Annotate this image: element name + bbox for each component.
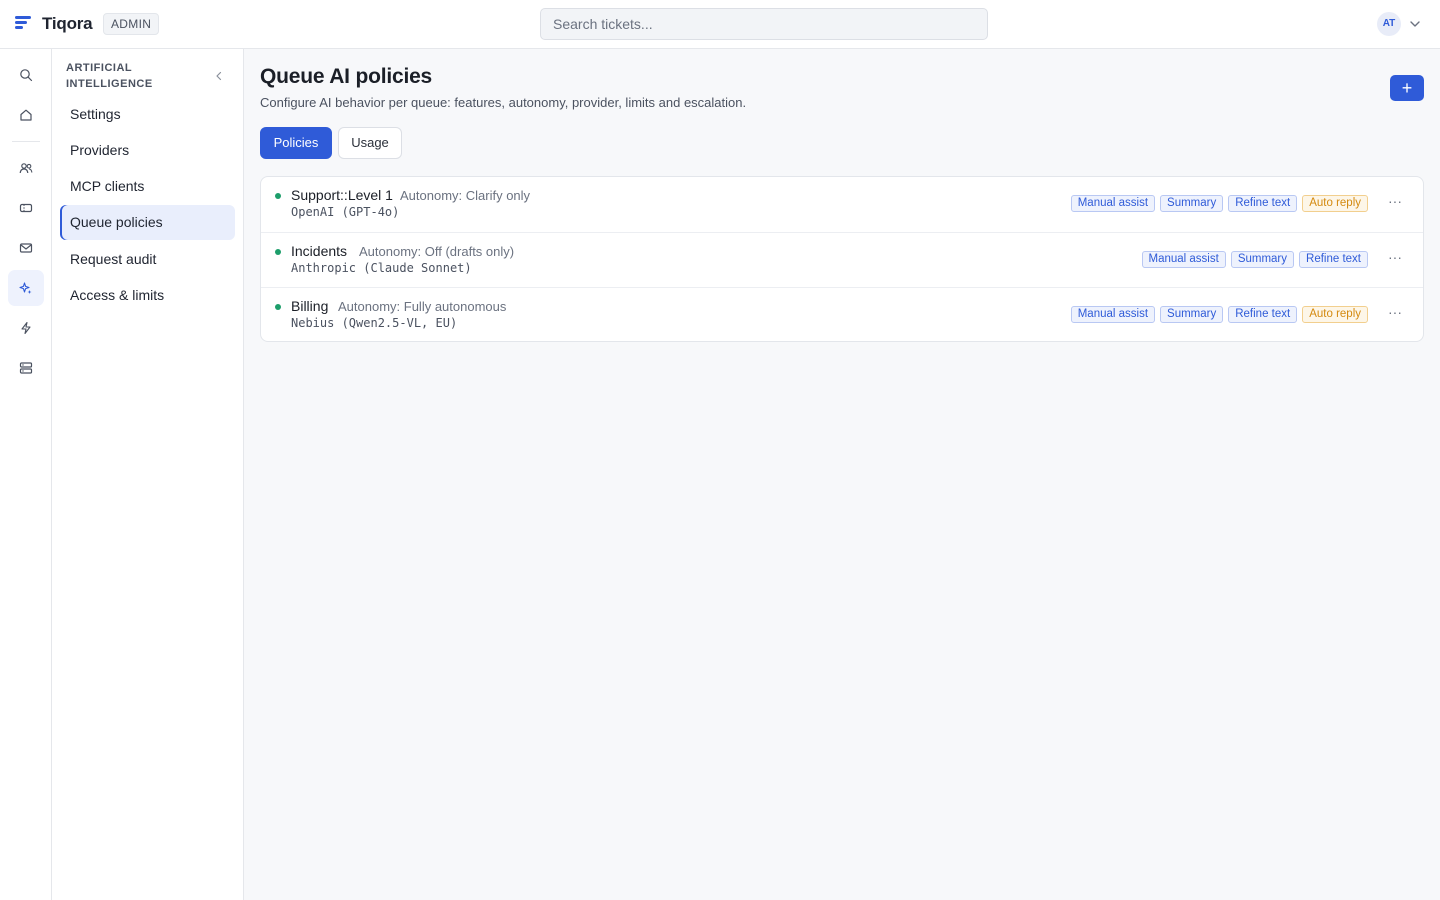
page-title: Queue AI policies bbox=[260, 65, 433, 88]
main-content: Queue AI policies Configure AI behavior … bbox=[244, 49, 1440, 900]
feature-tags: Manual assist Summary Refine text bbox=[1141, 251, 1368, 268]
autonomy-label: Autonomy: Fully autonomous bbox=[338, 299, 507, 314]
home-icon bbox=[20, 109, 32, 121]
feature-tag: Refine text bbox=[1228, 195, 1298, 212]
feature-tag: Summary bbox=[1230, 251, 1295, 268]
row-menu-button[interactable]: ··· bbox=[1385, 194, 1405, 213]
sidebar-item-queue-policies[interactable]: Queue policies bbox=[60, 205, 235, 240]
logo-icon[interactable] bbox=[15, 16, 31, 30]
ticket-icon bbox=[19, 203, 33, 213]
admin-badge: ADMIN bbox=[103, 13, 160, 35]
feature-tag: Summary bbox=[1160, 195, 1224, 212]
sidebar-item-providers[interactable]: Providers bbox=[60, 133, 235, 168]
rail-search-button[interactable] bbox=[8, 57, 44, 93]
rail-automation-button[interactable] bbox=[8, 310, 44, 346]
autonomy-label: Autonomy: Clarify only bbox=[400, 188, 531, 203]
feature-tag: Refine text bbox=[1228, 306, 1298, 323]
chevron-down-icon[interactable] bbox=[1408, 17, 1422, 31]
feature-tag: Auto reply bbox=[1302, 195, 1368, 212]
rail-ai-button[interactable] bbox=[8, 270, 44, 306]
feature-tags: Manual assist Summary Refine text Auto r… bbox=[1070, 306, 1368, 323]
sidebar-heading: ARTIFICIAL INTELLIGENCE bbox=[66, 62, 153, 90]
rail-mail-button[interactable] bbox=[8, 230, 44, 266]
rail-divider bbox=[12, 141, 40, 142]
feature-tags: Manual assist Summary Refine text Auto r… bbox=[1070, 195, 1368, 212]
app-name[interactable]: Tiqora bbox=[42, 14, 93, 34]
rail-home-button[interactable] bbox=[8, 97, 44, 133]
chevron-left-icon[interactable] bbox=[212, 69, 226, 83]
page-subtitle: Configure AI behavior per queue: feature… bbox=[260, 95, 747, 110]
rail-system-button[interactable] bbox=[8, 350, 44, 386]
rail-users-button[interactable] bbox=[8, 150, 44, 186]
search-input[interactable] bbox=[540, 8, 988, 40]
row-menu-button[interactable]: ··· bbox=[1385, 250, 1405, 269]
bolt-icon bbox=[21, 321, 31, 335]
sidebar-item-access-limits[interactable]: Access & limits bbox=[60, 278, 235, 313]
feature-tag: Manual assist bbox=[1070, 306, 1156, 323]
icon-rail bbox=[0, 49, 52, 900]
table-row[interactable]: Incidents Autonomy: Off (drafts only) An… bbox=[261, 232, 1423, 287]
table-row[interactable]: Billing Autonomy: Fully autonomous Nebiu… bbox=[261, 287, 1423, 341]
feature-tag: Auto reply bbox=[1302, 306, 1368, 323]
status-dot bbox=[275, 249, 281, 255]
sidebar-item-settings[interactable]: Settings bbox=[60, 97, 235, 132]
provider-label: Nebius (Qwen2.5-VL, EU) bbox=[291, 316, 458, 330]
top-bar: Tiqora ADMIN AT bbox=[0, 0, 1440, 49]
feature-tag: Manual assist bbox=[1141, 251, 1226, 268]
tab-usage[interactable]: Usage bbox=[338, 127, 402, 159]
search-icon bbox=[20, 69, 33, 82]
tab-policies[interactable]: Policies bbox=[260, 127, 332, 159]
section-sidebar: ARTIFICIAL INTELLIGENCE Settings Provide… bbox=[52, 49, 244, 900]
mail-icon bbox=[19, 243, 33, 253]
queue-name: Support::Level 1 bbox=[291, 187, 393, 203]
autonomy-label: Autonomy: Off (drafts only) bbox=[359, 244, 515, 259]
queue-name: Billing bbox=[291, 298, 329, 314]
sidebar-item-request-audit[interactable]: Request audit bbox=[60, 242, 235, 277]
provider-label: OpenAI (GPT-4o) bbox=[291, 205, 400, 219]
provider-label: Anthropic (Claude Sonnet) bbox=[291, 261, 472, 275]
avatar[interactable]: AT bbox=[1377, 12, 1401, 36]
users-icon bbox=[19, 163, 33, 174]
server-icon bbox=[19, 362, 33, 374]
feature-tag: Refine text bbox=[1299, 251, 1368, 268]
rail-tickets-button[interactable] bbox=[8, 190, 44, 226]
status-dot bbox=[275, 304, 281, 310]
sparkles-icon bbox=[19, 282, 32, 294]
queue-name: Incidents bbox=[291, 243, 348, 259]
feature-tag: Manual assist bbox=[1070, 195, 1156, 212]
sidebar-item-mcp-clients[interactable]: MCP clients bbox=[60, 169, 235, 204]
row-menu-button[interactable]: ··· bbox=[1385, 305, 1405, 324]
feature-tag: Summary bbox=[1160, 306, 1224, 323]
add-policy-button[interactable]: + bbox=[1390, 75, 1424, 101]
status-dot bbox=[275, 193, 281, 199]
policy-list: Support::Level 1 Autonomy: Clarify only … bbox=[260, 176, 1424, 342]
table-row[interactable]: Support::Level 1 Autonomy: Clarify only … bbox=[261, 177, 1423, 232]
